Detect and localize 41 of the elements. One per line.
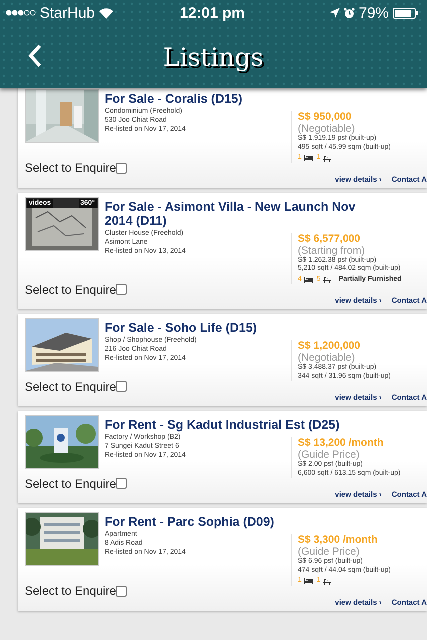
enquire-checkbox[interactable] — [116, 162, 128, 174]
battery-percentage: 79% — [358, 4, 390, 22]
enquire-label: Select to Enquire — [25, 380, 116, 394]
enquire-label: Select to Enquire — [25, 161, 116, 175]
enquire-label: Select to Enquire — [25, 476, 116, 490]
price-note: (Guide Price) — [298, 449, 360, 461]
price: S$ 13,200 /month — [298, 437, 385, 449]
bathtub-icon — [322, 154, 331, 162]
carrier-name: StarHub — [40, 4, 96, 22]
enquire-checkbox[interactable] — [116, 284, 128, 295]
listing-title[interactable]: For Sale - Soho Life (D15) — [105, 321, 365, 335]
bathtub-icon — [322, 578, 331, 585]
listing-title[interactable]: For Rent - Parc Sophia (D09) — [105, 515, 365, 529]
enquire-label: Select to Enquire — [25, 282, 116, 296]
wifi-icon — [99, 8, 114, 18]
bed-icon — [304, 276, 313, 283]
enquire-checkbox[interactable] — [116, 381, 128, 392]
price: S$ 3,300 /month — [298, 534, 379, 546]
bathtub-icon — [322, 276, 331, 284]
bed-icon — [304, 155, 313, 162]
listing-title[interactable]: For Sale - Asimont Villa - New Launch Nov 2014 (D11) — [105, 200, 365, 228]
price-note: (Negotiable) — [298, 352, 356, 364]
price-note: (Starting from) — [298, 244, 366, 256]
price-note: (Negotiable) — [298, 123, 356, 135]
enquire-checkbox[interactable] — [116, 478, 128, 489]
alarm-clock-icon — [344, 8, 355, 18]
price: S$ 6,577,000 — [298, 232, 362, 244]
listing-title[interactable]: For Sale - Coralis (D15) — [105, 92, 365, 106]
clock-time: 12:01 pm — [180, 4, 246, 22]
chevron-left-icon — [28, 44, 42, 68]
price-note: (Guide Price) — [298, 546, 360, 558]
bed-icon — [304, 578, 313, 584]
enquire-checkbox[interactable] — [116, 586, 128, 596]
battery-icon — [393, 8, 420, 18]
page-title: Listings — [163, 42, 264, 72]
enquire-label: Select to Enquire — [25, 584, 116, 598]
price: S$ 1,200,000 — [298, 340, 362, 352]
price: S$ 950,000 — [298, 111, 353, 123]
listing-title[interactable]: For Rent - Sg Kadut Industrial Est (D25) — [105, 418, 365, 432]
signal-icon — [6, 10, 36, 16]
location-arrow-icon — [330, 8, 340, 18]
